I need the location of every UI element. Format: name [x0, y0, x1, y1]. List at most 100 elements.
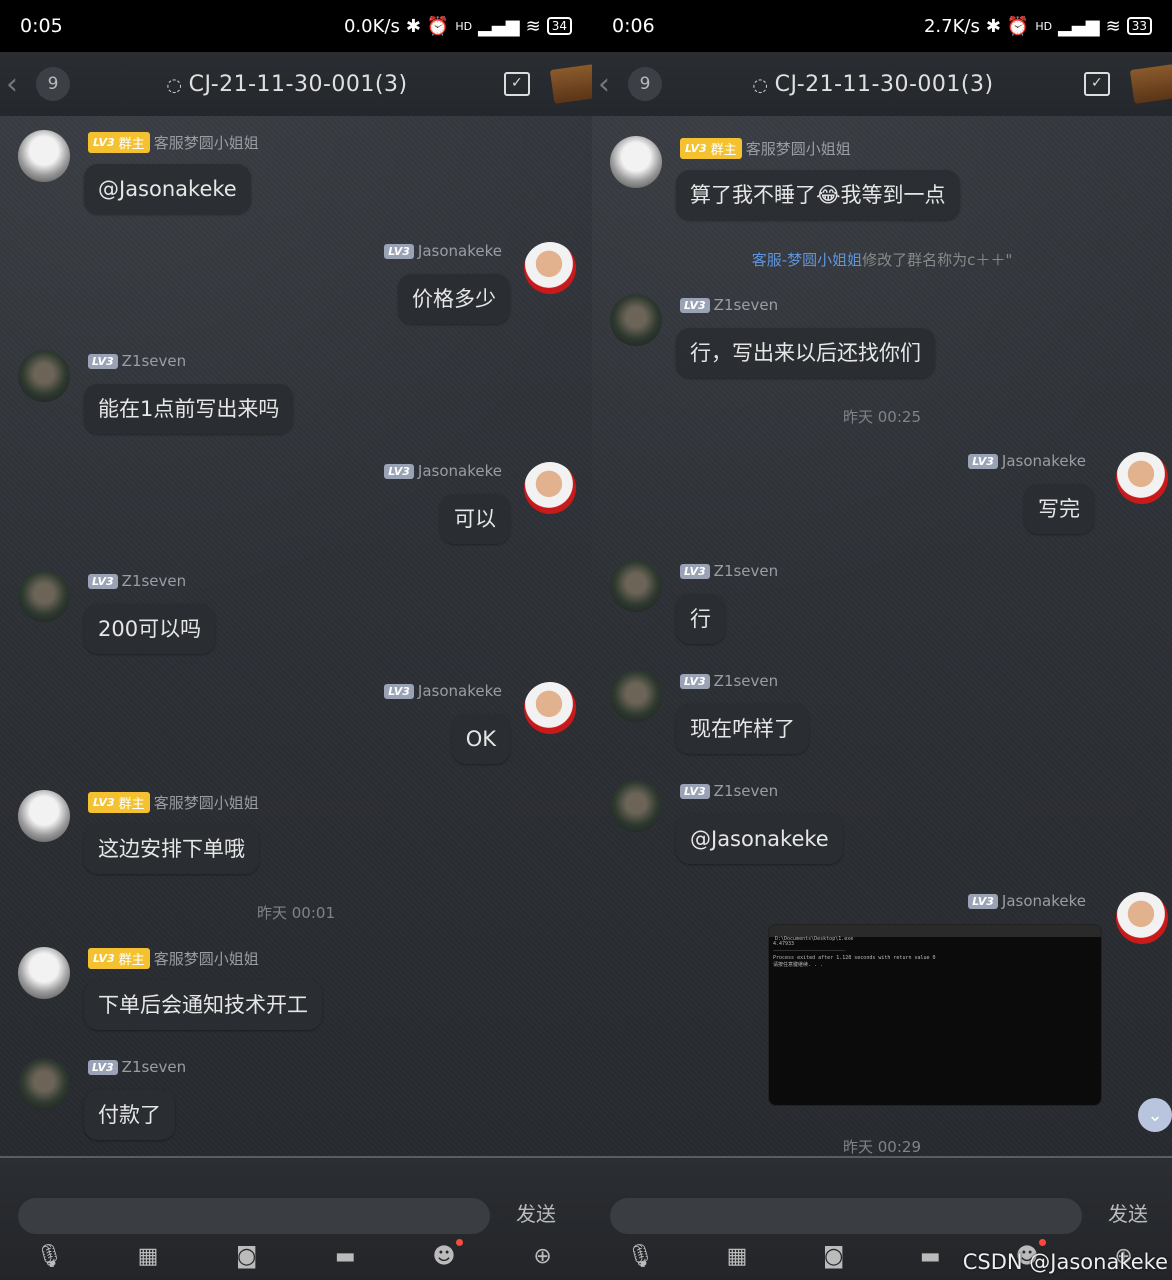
avatar[interactable]: [524, 242, 576, 294]
sender-line: LV3 Z1seven: [680, 672, 778, 690]
sender-line: LV3 群主 客服梦圆小姐姐: [88, 132, 259, 153]
notification-dot: [1038, 1239, 1046, 1246]
message-bubble[interactable]: @Jasonakeke: [676, 814, 843, 864]
plus-icon[interactable]: ⊕: [530, 1243, 556, 1269]
avatar[interactable]: [18, 947, 70, 999]
message-input[interactable]: [18, 1198, 490, 1234]
camera-icon[interactable]: ◙: [821, 1243, 847, 1269]
notice-actor-link[interactable]: 客服-梦圆小姐姐: [752, 251, 862, 269]
ear-icon: ◌: [166, 74, 183, 96]
avatar[interactable]: [610, 560, 662, 612]
left-phone: 0:05 0.0K/s ✱ ⏰ HD ▂▄▆ ≋ 34 ‹ 9 ◌ CJ-21-1…: [0, 0, 592, 1280]
image-icon[interactable]: ▦: [135, 1243, 161, 1269]
net-speed: 0.0K/s: [343, 15, 400, 37]
unread-count-badge[interactable]: 9: [628, 67, 662, 101]
red-packet-icon[interactable]: ▬: [917, 1243, 943, 1269]
send-button[interactable]: 发送: [1108, 1198, 1148, 1227]
message-bubble[interactable]: 现在咋样了: [676, 704, 809, 754]
sender-name: 客服梦圆小姐姐: [745, 140, 851, 158]
bluetooth-icon: ✱: [985, 15, 1001, 37]
avatar[interactable]: [524, 462, 576, 514]
avatar[interactable]: [524, 682, 576, 734]
screenshot-pair: 0:05 0.0K/s ✱ ⏰ HD ▂▄▆ ≋ 34 ‹ 9 ◌ CJ-21-1…: [0, 0, 1172, 1280]
message-bubble[interactable]: 行，写出来以后还找你们: [676, 328, 935, 378]
owner-badge: LV3 群主: [680, 138, 742, 159]
signal-icon: ▂▄▆: [478, 15, 520, 37]
sender-line: LV3 Z1seven: [680, 562, 778, 580]
message-bubble[interactable]: 可以: [440, 494, 510, 544]
image-icon[interactable]: ▦: [724, 1243, 750, 1269]
owner-badge: LV3 群主: [88, 792, 150, 813]
sender-name: Jasonakeke: [417, 462, 502, 480]
sender-line: LV3 Z1seven: [88, 572, 186, 590]
avatar[interactable]: [1116, 892, 1168, 944]
sender-name: Jasonakeke: [417, 682, 502, 700]
ear-icon: ◌: [752, 74, 769, 96]
back-arrow-icon[interactable]: ‹: [6, 67, 36, 102]
level-badge: LV3: [88, 573, 118, 589]
message-bubble[interactable]: 这边安排下单哦: [84, 824, 259, 874]
sender-name: Z1seven: [121, 1058, 187, 1076]
microphone-icon[interactable]: 🎙: [626, 1243, 654, 1269]
avatar[interactable]: [18, 130, 70, 182]
signal-icon: ▂▄▆: [1058, 15, 1100, 37]
level-badge: LV3: [968, 453, 998, 469]
message-bubble[interactable]: 价格多少: [398, 274, 510, 324]
camera-icon[interactable]: ◙: [234, 1243, 260, 1269]
avatar[interactable]: [18, 1058, 70, 1110]
avatar[interactable]: [18, 570, 70, 622]
message-bubble[interactable]: @Jasonakeke: [84, 164, 251, 214]
unread-count-badge[interactable]: 9: [36, 67, 70, 101]
image-message-console-screenshot[interactable]: D:\Documents\Desktop\1.exe 4.47933 ─────…: [768, 924, 1102, 1106]
avatar[interactable]: [610, 670, 662, 722]
message-bubble[interactable]: 算了我不睡了😂我等到一点: [676, 170, 960, 220]
notification-dot: [455, 1239, 463, 1246]
group-rename-notice: 客服-梦圆小姐姐修改了群名称为c＋＋": [751, 251, 1013, 269]
message-bubble[interactable]: 写完: [1024, 484, 1094, 534]
message-bubble[interactable]: 行: [676, 594, 725, 644]
message-bubble[interactable]: 能在1点前写出来吗: [84, 384, 294, 434]
laughing-emoji-icon: 😂: [816, 183, 841, 207]
send-button[interactable]: 发送: [516, 1198, 556, 1227]
emoji-icon[interactable]: ☻: [431, 1239, 463, 1269]
right-phone: 0:06 2.7K/s ✱ ⏰ HD ▂▄▆ ≋ 33 ‹ 9 ◌ CJ-21-1…: [592, 0, 1172, 1280]
red-packet-icon[interactable]: ▬: [332, 1243, 358, 1269]
calendar-check-icon[interactable]: [504, 72, 530, 96]
wifi-icon: ≋: [1105, 15, 1121, 37]
status-time: 0:05: [20, 15, 63, 37]
scroll-down-button[interactable]: ⌄: [1138, 1098, 1172, 1132]
group-book-icon[interactable]: [549, 64, 592, 104]
microphone-icon[interactable]: 🎙: [35, 1243, 63, 1269]
avatar[interactable]: [18, 790, 70, 842]
hd-signal-icon: HD: [1035, 19, 1053, 33]
alarm-icon: ⏰: [1006, 15, 1030, 37]
message-input[interactable]: [610, 1198, 1082, 1234]
sender-name: Z1seven: [713, 296, 779, 314]
chat-header: ‹ 9 ◌ CJ-21-11-30-001(3): [592, 52, 1172, 116]
chat-title[interactable]: ◌ CJ-21-11-30-001(3): [70, 72, 504, 97]
sender-name: 客服梦圆小姐姐: [153, 794, 259, 812]
message-bubble[interactable]: 下单后会通知技术开工: [84, 980, 322, 1030]
calendar-check-icon[interactable]: [1084, 72, 1110, 96]
group-book-icon[interactable]: [1129, 64, 1172, 104]
sender-name: Jasonakeke: [1001, 892, 1086, 910]
alarm-icon: ⏰: [426, 15, 450, 37]
chat-title[interactable]: ◌ CJ-21-11-30-001(3): [662, 72, 1084, 97]
avatar[interactable]: [610, 294, 662, 346]
message-bubble[interactable]: 200可以吗: [84, 604, 216, 654]
sender-name: Z1seven: [713, 782, 779, 800]
owner-badge: LV3 群主: [88, 132, 150, 153]
sender-line: LV3 群主 客服梦圆小姐姐: [88, 792, 259, 813]
sender-name: 客服梦圆小姐姐: [153, 134, 259, 152]
avatar[interactable]: [18, 350, 70, 402]
csdn-watermark: CSDN @Jasonakeke: [962, 1250, 1168, 1274]
level-badge: LV3: [384, 243, 414, 259]
level-badge: LV3: [384, 463, 414, 479]
avatar[interactable]: [1116, 452, 1168, 504]
bluetooth-icon: ✱: [405, 15, 421, 37]
avatar[interactable]: [610, 136, 662, 188]
message-bubble[interactable]: 付款了: [84, 1090, 175, 1140]
message-bubble[interactable]: OK: [451, 714, 510, 764]
avatar[interactable]: [610, 780, 662, 832]
back-arrow-icon[interactable]: ‹: [598, 67, 628, 102]
